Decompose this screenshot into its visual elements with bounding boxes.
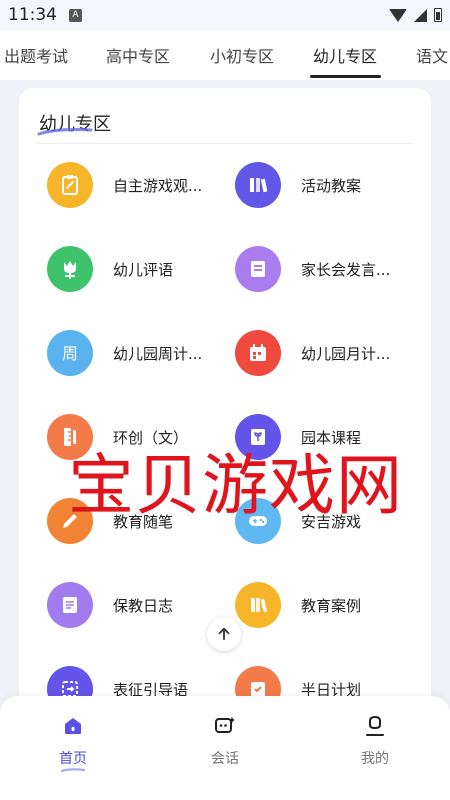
pencil-icon [47,498,93,544]
section-divider [37,143,413,144]
tab-exam[interactable]: 出题考试 [4,30,68,80]
active-nav-decoration [61,768,85,772]
nav-label: 我的 [361,751,389,767]
inbox-icon [235,246,281,292]
wifi-icon [389,8,407,22]
books-icon [235,162,281,208]
item-free-play-observation[interactable]: 自主游戏观... [47,158,232,212]
status-bar: 11:34 A [0,0,450,30]
tab-high-school[interactable]: 高中专区 [106,30,170,80]
item-monthly-plan[interactable]: 幼儿园月计... [235,326,420,380]
notepad-icon [47,582,93,628]
active-tab-indicator [310,75,381,78]
user-icon [366,715,384,736]
title-underline-decoration [37,128,93,136]
status-time: 11:34 [8,5,57,25]
item-care-log[interactable]: 保教日志 [47,578,232,632]
item-label: 教育案例 [301,596,362,615]
ruler-icon [47,414,93,460]
bookshelf-icon [235,582,281,628]
item-label: 活动教案 [301,176,362,195]
item-label: 幼儿园周计... [113,344,203,363]
item-environment-creation[interactable]: 环创（文） [47,410,232,464]
status-indicators [389,8,442,22]
svg-text:周: 周 [62,344,78,363]
sprout-book-icon [235,414,281,460]
item-label: 幼儿园月计... [301,344,391,363]
tab-chinese[interactable]: 语文 [416,30,448,80]
item-label: 园本课程 [301,428,362,447]
nav-chat[interactable]: 会话 [185,714,265,768]
clipboard-icon [47,162,93,208]
flower-icon [47,246,93,292]
week-icon: 周 [47,330,93,376]
battery-icon [434,8,442,22]
chat-icon [215,717,235,733]
signal-icon [414,8,427,22]
gamepad-icon [235,498,281,544]
tab-primary[interactable]: 小初专区 [210,30,274,80]
arrow-up-icon [218,627,230,641]
home-icon [65,718,81,734]
scroll-to-top-button[interactable] [207,617,241,651]
content-card: 幼儿专区 自主游戏观... 活动教案 幼儿评语 家长会发言... 周 幼儿园周计… [19,88,431,800]
item-activity-plans[interactable]: 活动教案 [235,158,420,212]
item-label: 自主游戏观... [113,176,203,195]
item-label: 家长会发言... [301,260,391,279]
item-label: 安吉游戏 [301,512,362,531]
nav-profile[interactable]: 我的 [335,714,415,768]
item-child-comments[interactable]: 幼儿评语 [47,242,232,296]
notification-icon: A [69,8,82,22]
tab-kindergarten[interactable]: 幼儿专区 [313,30,377,80]
item-weekly-plan[interactable]: 周 幼儿园周计... [47,326,232,380]
item-label: 环创（文） [113,428,189,447]
bottom-navigation: 首页 会话 我的 [0,696,450,800]
nav-label: 会话 [211,751,239,767]
item-label: 保教日志 [113,596,174,615]
item-label: 幼儿评语 [113,260,174,279]
calendar-icon [235,330,281,376]
item-parent-meeting-speech[interactable]: 家长会发言... [235,242,420,296]
item-anji-play[interactable]: 安吉游戏 [235,494,420,548]
item-education-essay[interactable]: 教育随笔 [47,494,232,548]
item-label: 教育随笔 [113,512,174,531]
nav-home[interactable]: 首页 [33,714,113,772]
item-school-curriculum[interactable]: 园本课程 [235,410,420,464]
category-tab-bar: 出题考试 高中专区 小初专区 幼儿专区 语文 [0,30,450,80]
item-education-cases[interactable]: 教育案例 [235,578,420,632]
